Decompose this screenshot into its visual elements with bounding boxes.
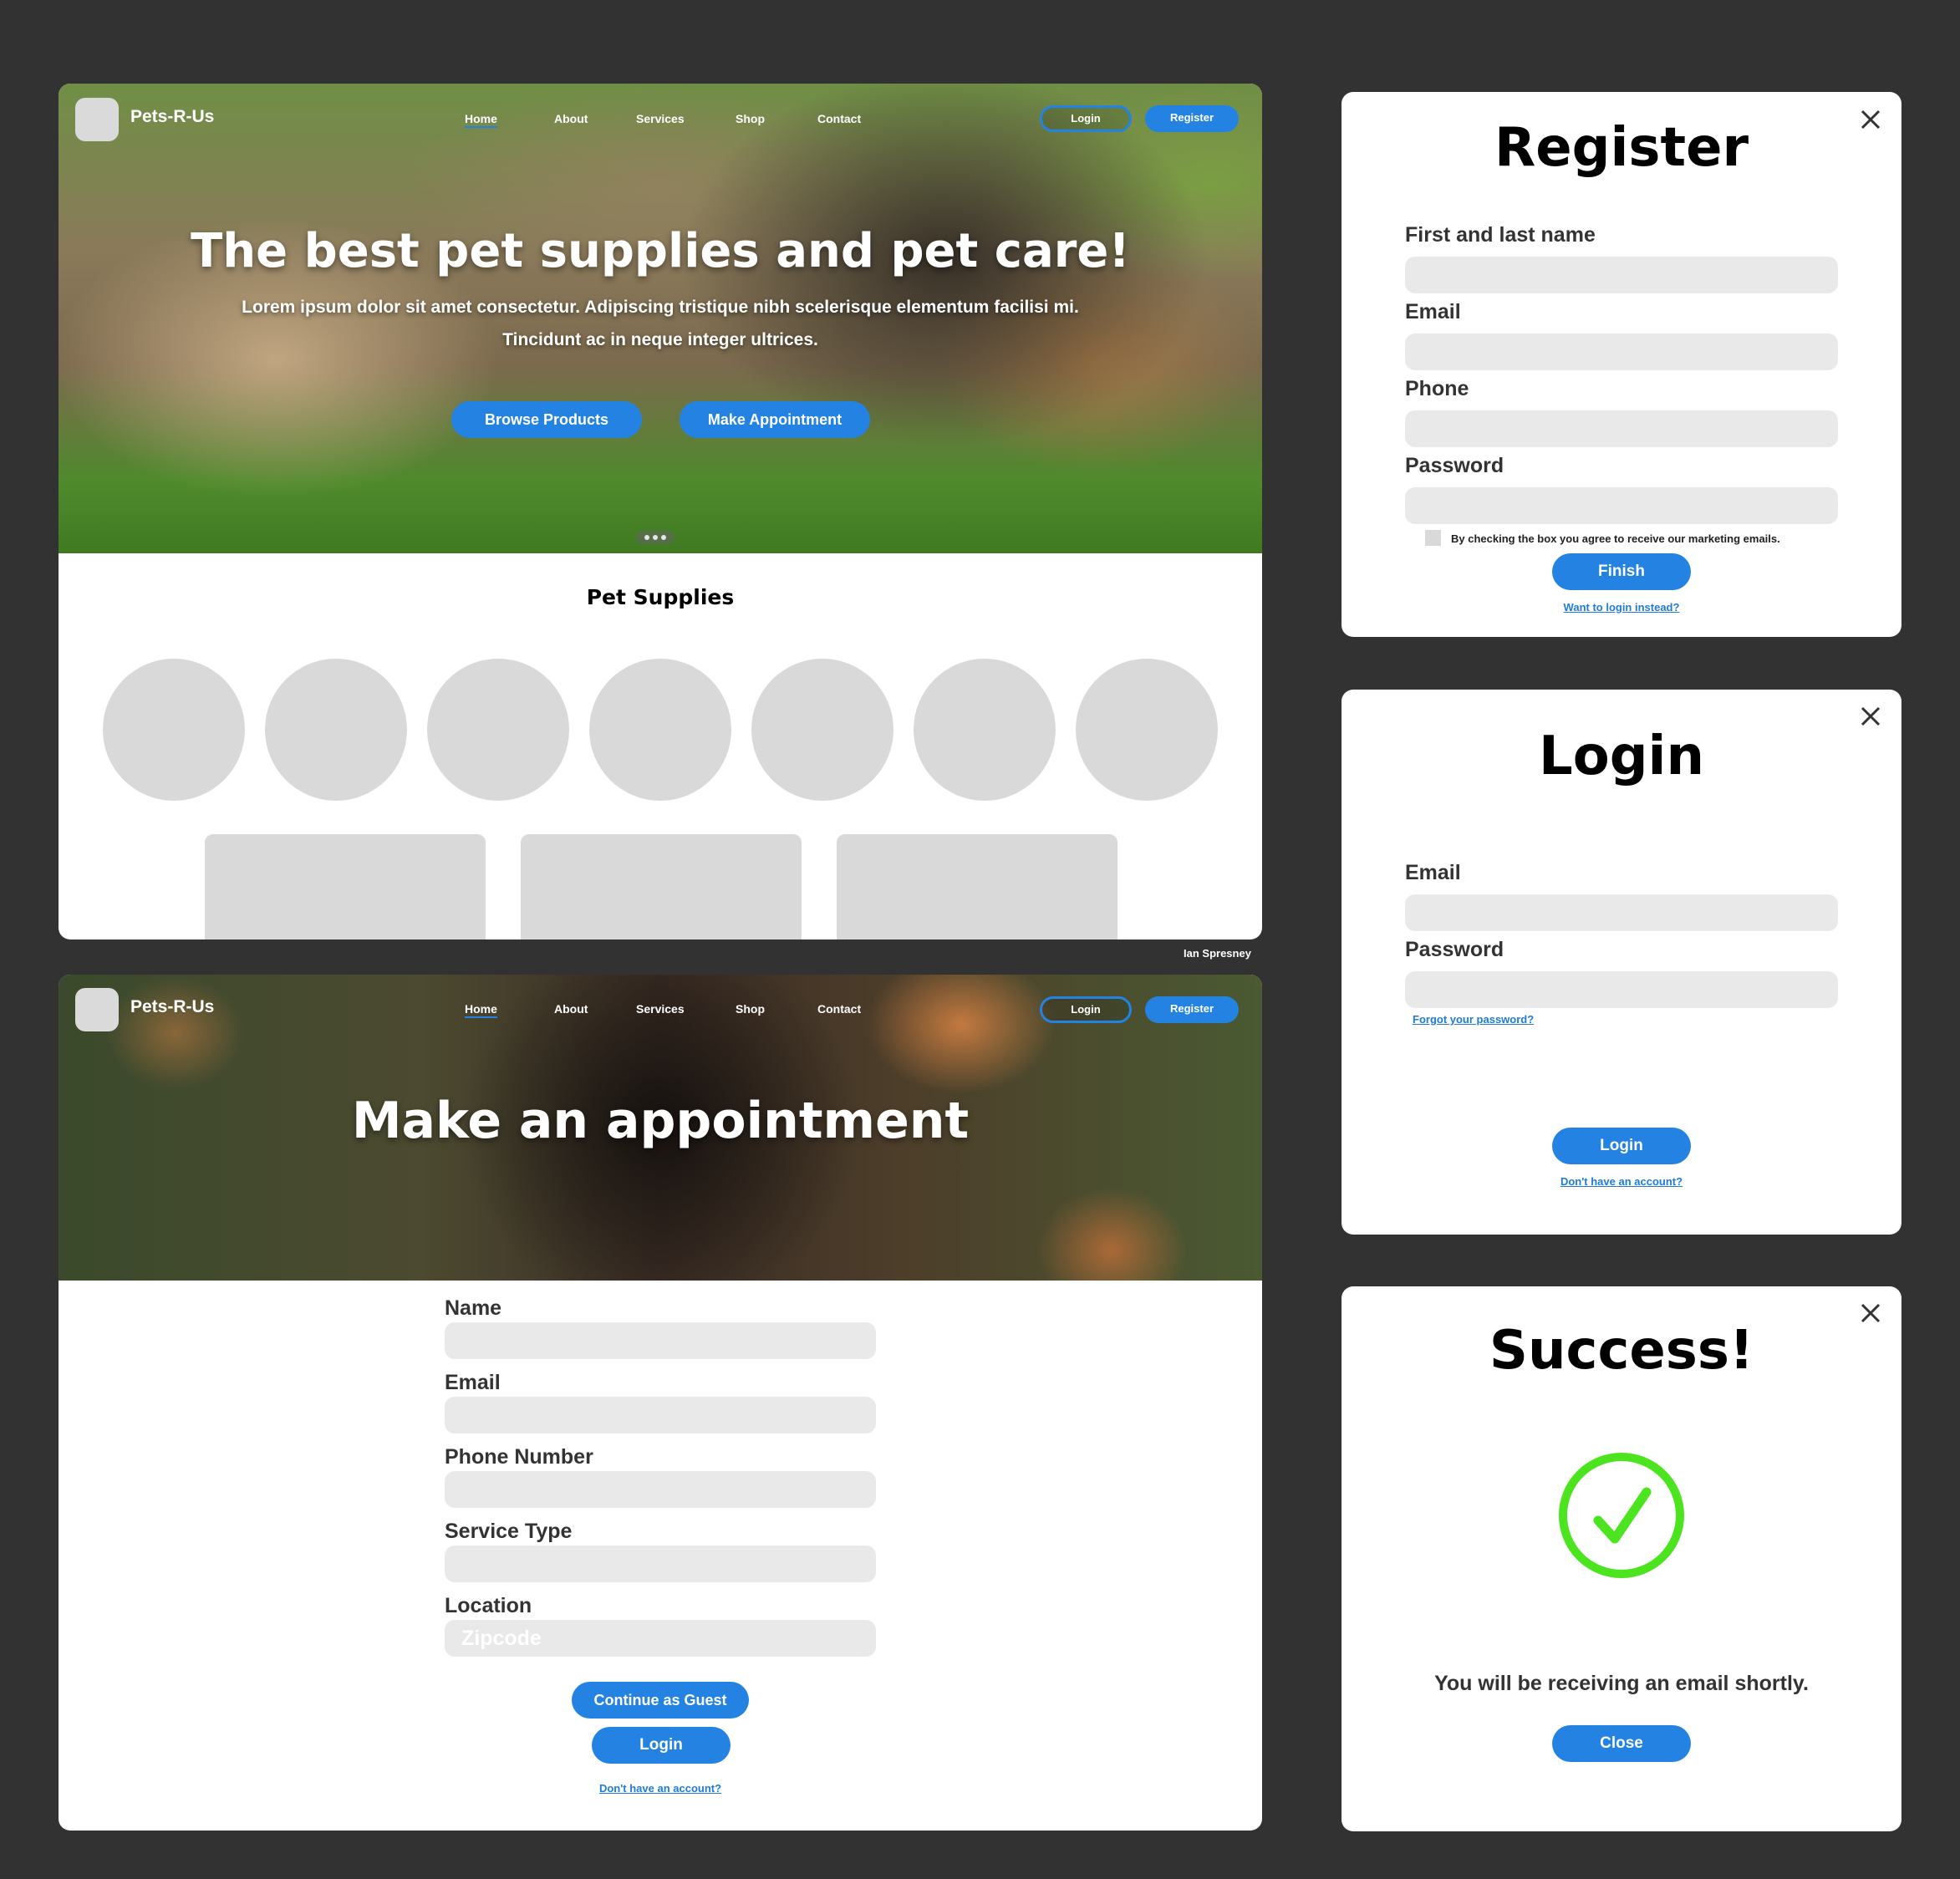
browse-products-button[interactable]: Browse Products <box>451 401 642 438</box>
marketing-checkbox[interactable] <box>1425 530 1441 546</box>
category-circle[interactable] <box>751 659 893 801</box>
nav-services[interactable]: Services <box>636 1002 685 1016</box>
make-appointment-button[interactable]: Make Appointment <box>680 401 870 438</box>
location-label: Location <box>445 1594 532 1617</box>
category-circle[interactable] <box>1076 659 1218 801</box>
category-circle[interactable] <box>589 659 731 801</box>
name-label: Name <box>445 1296 502 1320</box>
email-label: Email <box>1405 861 1461 884</box>
appointment-hero-title: Make an appointment <box>351 1092 970 1150</box>
canvas: { "site": { "brand": "Pets-R-Us", "nav":… <box>0 0 1960 1879</box>
category-circle[interactable] <box>914 659 1056 801</box>
product-card[interactable] <box>205 834 486 940</box>
password-label: Password <box>1405 938 1504 961</box>
nav-contact[interactable]: Contact <box>817 112 861 125</box>
logo-placeholder-icon[interactable] <box>75 98 119 141</box>
no-account-link[interactable]: Don't have an account? <box>535 1782 786 1795</box>
full-name-label: First and last name <box>1405 223 1596 247</box>
logo-placeholder-icon[interactable] <box>75 988 119 1031</box>
email-input[interactable] <box>1405 334 1838 370</box>
nav-login-button[interactable]: Login <box>1040 996 1132 1023</box>
register-title: Register <box>1494 117 1749 179</box>
nav-register-button[interactable]: Register <box>1145 996 1239 1023</box>
nav-shop[interactable]: Shop <box>736 112 765 125</box>
password-input[interactable] <box>1405 971 1838 1008</box>
full-name-input[interactable] <box>1405 257 1838 293</box>
nav-home[interactable]: Home <box>465 112 497 128</box>
hero-subtitle: Lorem ipsum dolor sit amet consectetur. … <box>242 298 1079 349</box>
forgot-password-link[interactable]: Forgot your password? <box>1413 1013 1580 1026</box>
brand-name[interactable]: Pets-R-Us <box>130 107 214 127</box>
phone-number-label: Phone Number <box>445 1445 593 1469</box>
nav-register-button[interactable]: Register <box>1145 105 1239 132</box>
marketing-consent-text: By checking the box you agree to receive… <box>1451 532 1780 545</box>
pet-supplies-title: Pet Supplies <box>586 585 735 609</box>
carousel-dot[interactable] <box>653 535 658 540</box>
login-modal: Login Email Password Forgot your passwor… <box>1341 690 1901 1235</box>
continue-as-guest-button[interactable]: Continue as Guest <box>572 1682 749 1719</box>
carousel-dot[interactable] <box>661 535 666 540</box>
service-type-label: Service Type <box>445 1520 573 1543</box>
category-circle[interactable] <box>427 659 569 801</box>
nav-services[interactable]: Services <box>636 112 685 125</box>
password-input[interactable] <box>1405 487 1838 524</box>
finish-button[interactable]: Finish <box>1552 553 1691 590</box>
home-page: Pets-R-Us Home About Services Shop Conta… <box>59 84 1262 940</box>
close-button[interactable]: Close <box>1552 1725 1691 1762</box>
name-input[interactable] <box>445 1322 876 1359</box>
success-message: You will be receiving an email shortly. <box>1434 1672 1809 1695</box>
password-label: Password <box>1405 454 1504 477</box>
product-card[interactable] <box>521 834 802 940</box>
appointment-hero-image: Pets-R-Us Home About Services Shop Conta… <box>59 975 1262 1281</box>
carousel-indicator[interactable] <box>636 531 675 544</box>
login-title: Login <box>1538 726 1705 787</box>
register-modal: Register First and last name Email Phone… <box>1341 92 1901 637</box>
nav-login-button[interactable]: Login <box>1040 105 1132 132</box>
category-circle[interactable] <box>103 659 245 801</box>
home-hero-image: Pets-R-Us Home About Services Shop Conta… <box>59 84 1262 553</box>
nav-contact[interactable]: Contact <box>817 1002 861 1016</box>
success-title: Success! <box>1489 1320 1754 1382</box>
login-button[interactable]: Login <box>1552 1128 1691 1164</box>
phone-number-input[interactable] <box>445 1471 876 1508</box>
success-modal: Success! You will be receiving an email … <box>1341 1286 1901 1831</box>
appointment-page: Pets-R-Us Home About Services Shop Conta… <box>59 975 1262 1831</box>
email-label: Email <box>445 1371 501 1394</box>
phone-input[interactable] <box>1405 410 1838 447</box>
category-circle[interactable] <box>265 659 407 801</box>
nav-about[interactable]: About <box>554 112 588 125</box>
checkmark-circle-icon <box>1559 1453 1684 1578</box>
hero-title: The best pet supplies and pet care! <box>191 224 1130 278</box>
login-button[interactable]: Login <box>592 1727 731 1764</box>
nav-shop[interactable]: Shop <box>736 1002 765 1016</box>
nav-about[interactable]: About <box>554 1002 588 1016</box>
zipcode-input[interactable] <box>445 1620 876 1657</box>
phone-label: Phone <box>1405 377 1469 400</box>
nav-home[interactable]: Home <box>465 1002 497 1018</box>
login-instead-link[interactable]: Want to login instead? <box>1496 601 1747 614</box>
carousel-dot[interactable] <box>644 535 649 540</box>
email-input[interactable] <box>445 1397 876 1433</box>
brand-name[interactable]: Pets-R-Us <box>130 997 214 1017</box>
service-type-input[interactable] <box>445 1545 876 1582</box>
author-credit: Ian Spresney <box>1184 947 1251 960</box>
no-account-link[interactable]: Don't have an account? <box>1496 1175 1747 1188</box>
email-label: Email <box>1405 300 1461 323</box>
email-input[interactable] <box>1405 894 1838 931</box>
product-card[interactable] <box>837 834 1117 940</box>
